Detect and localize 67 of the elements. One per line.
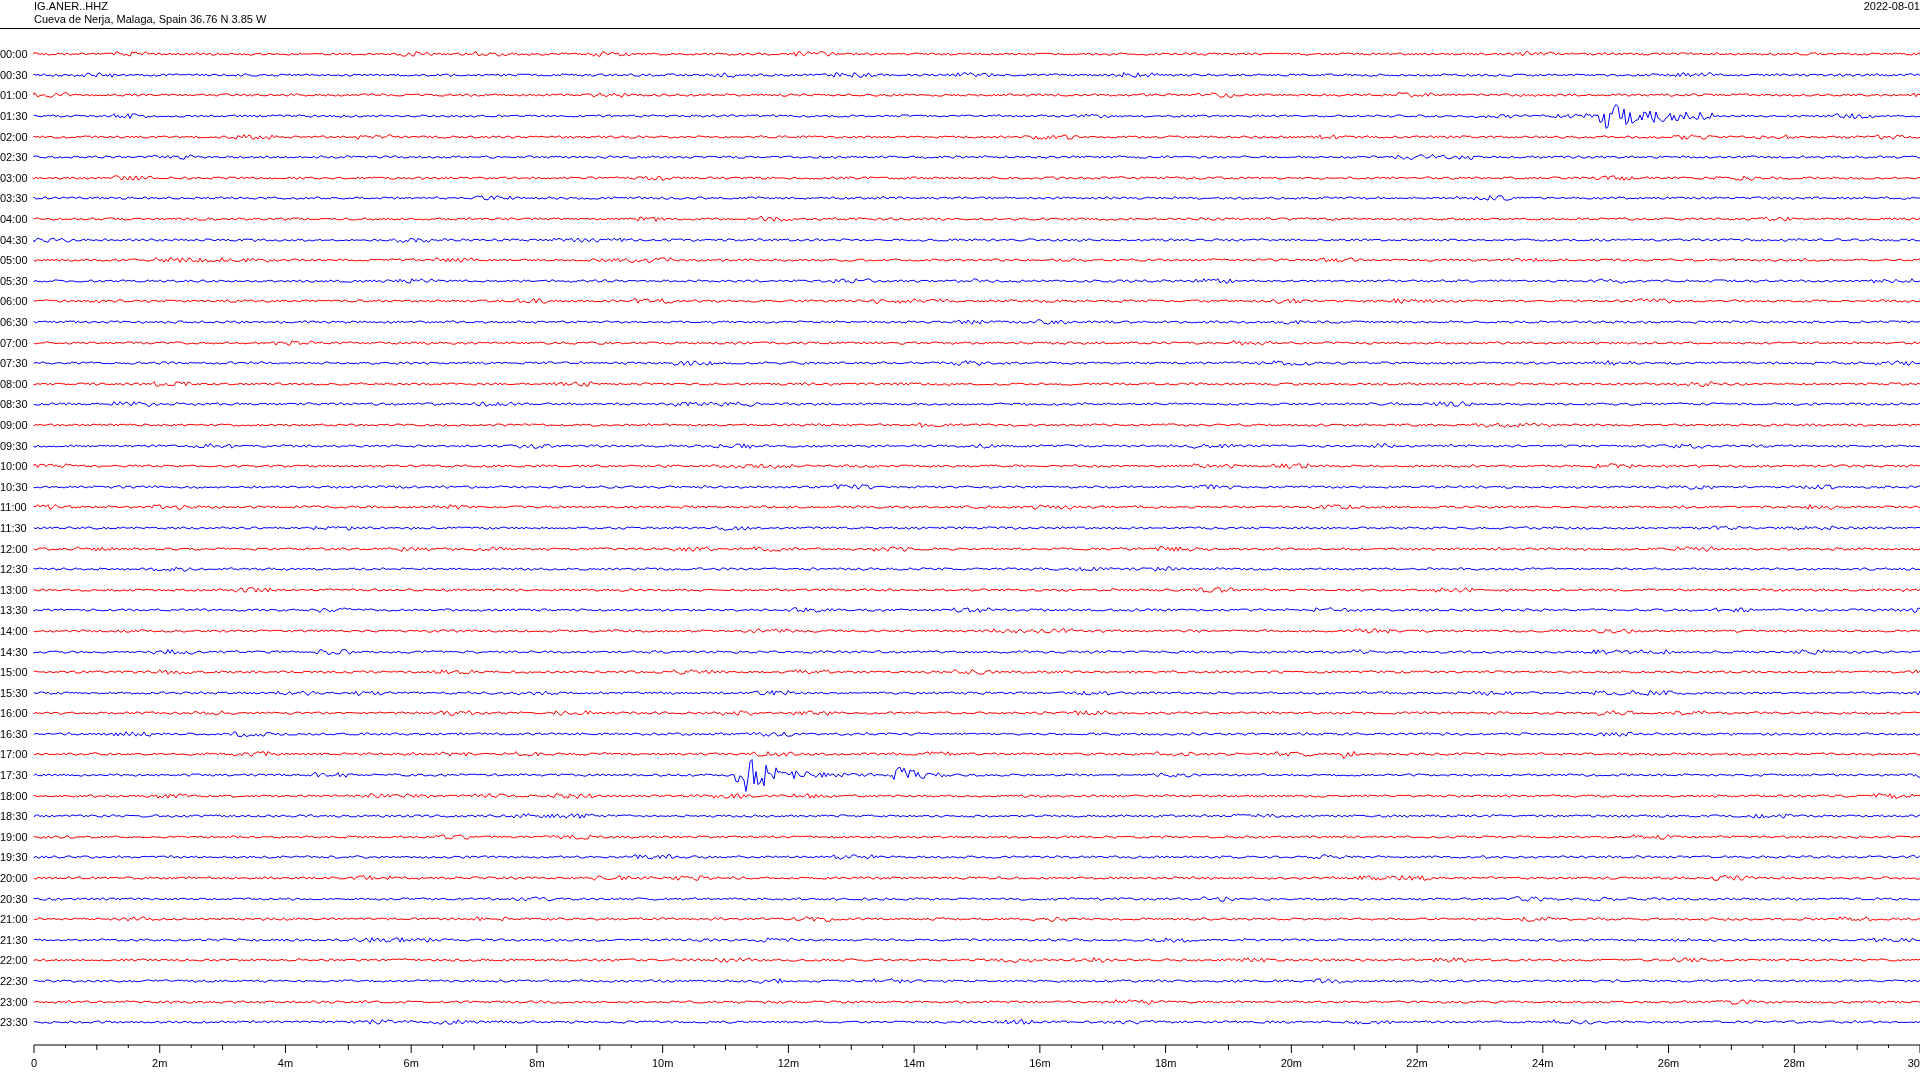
trace-time-label: 05:30 xyxy=(0,274,29,287)
trace-time-label: 11:30 xyxy=(0,521,28,534)
axis-tick-label: 24m xyxy=(1532,1056,1554,1069)
trace-time-label: 22:00 xyxy=(0,954,29,967)
axis-tick-label: 26m xyxy=(1657,1056,1680,1069)
date-label: 2022-08-01 xyxy=(1863,0,1920,14)
trace-time-label: 18:00 xyxy=(0,789,29,802)
axis-tick-label: 16m xyxy=(1029,1056,1051,1069)
station-location: Cueva de Nerja, Malaga, Spain 36.76 N 3.85 W xyxy=(34,13,267,26)
trace-time-label: 19:30 xyxy=(0,851,29,864)
axis-tick-label: 0 xyxy=(31,1056,38,1069)
trace-time-label: 12:00 xyxy=(0,542,29,555)
trace-time-label: 00:30 xyxy=(0,68,29,81)
trace-time-label: 14:00 xyxy=(0,624,29,637)
trace-time-label: 16:00 xyxy=(0,707,29,720)
trace-time-label: 06:30 xyxy=(0,316,29,328)
trace-time-label: 04:30 xyxy=(0,233,29,246)
trace-time-label: 11:00 xyxy=(0,501,28,514)
trace-time-label: 17:00 xyxy=(0,748,29,761)
trace-time-label: 04:00 xyxy=(0,213,29,226)
axis-tick-label: 2m xyxy=(152,1056,168,1069)
trace-time-label: 09:00 xyxy=(0,419,29,431)
axis-tick-label: 8m xyxy=(529,1056,545,1069)
trace-time-label: 15:30 xyxy=(0,686,29,699)
axis-tick-label: 30 xyxy=(1907,1056,1920,1069)
trace-time-label: 02:30 xyxy=(0,151,29,164)
trace-time-label: 02:00 xyxy=(0,130,29,143)
trace-time-label: 16:30 xyxy=(0,727,29,740)
trace-time-label: 17:30 xyxy=(0,769,29,782)
axis-tick-label: 10m xyxy=(651,1056,674,1069)
trace-time-label: 22:30 xyxy=(0,975,29,987)
trace-time-label: 23:00 xyxy=(0,995,29,1008)
trace-time-label: 21:00 xyxy=(0,913,29,926)
trace-time-label: 01:30 xyxy=(0,110,29,123)
axis-tick-label: 20m xyxy=(1280,1056,1303,1069)
station-code: IG.ANER..HHZ xyxy=(34,0,109,13)
axis-tick-label: 22m xyxy=(1406,1056,1428,1069)
axis-tick-label: 18m xyxy=(1154,1056,1177,1069)
trace-time-label: 13:30 xyxy=(0,604,29,617)
trace-time-label: 20:30 xyxy=(0,892,29,905)
trace-time-label: 08:00 xyxy=(0,377,29,390)
trace-time-label: 18:30 xyxy=(0,810,29,823)
trace-time-label: 19:00 xyxy=(0,830,29,843)
trace-time-label: 00:00 xyxy=(0,48,29,61)
trace-time-label: 21:30 xyxy=(0,933,29,946)
trace-time-label: 03:30 xyxy=(0,192,29,205)
trace-time-label: 07:30 xyxy=(0,357,29,370)
trace-time-label: 07:00 xyxy=(0,336,29,349)
trace-time-label: 20:00 xyxy=(0,872,29,885)
axis-tick-label: 4m xyxy=(277,1056,294,1069)
trace-time-label: 10:00 xyxy=(0,460,29,473)
trace-time-label: 15:00 xyxy=(0,666,29,679)
trace-time-label: 09:30 xyxy=(0,439,29,452)
trace-time-label: 23:30 xyxy=(0,1016,29,1029)
axis-tick-label: 12m xyxy=(777,1056,800,1069)
trace-time-label: 10:30 xyxy=(0,480,29,493)
trace-time-label: 14:30 xyxy=(0,645,29,658)
trace-time-label: 03:00 xyxy=(0,171,29,184)
trace-time-label: 06:00 xyxy=(0,295,29,308)
axis-tick-label: 6m xyxy=(403,1056,419,1069)
trace-time-label: 08:30 xyxy=(0,398,29,411)
axis-tick-label: 14m xyxy=(903,1056,925,1069)
axis-tick-label: 28m xyxy=(1783,1056,1805,1069)
trace-time-label: 13:00 xyxy=(0,583,29,596)
trace-time-label: 05:00 xyxy=(0,254,29,267)
trace-time-label: 12:30 xyxy=(0,563,29,576)
trace-time-label: 01:00 xyxy=(0,89,29,102)
